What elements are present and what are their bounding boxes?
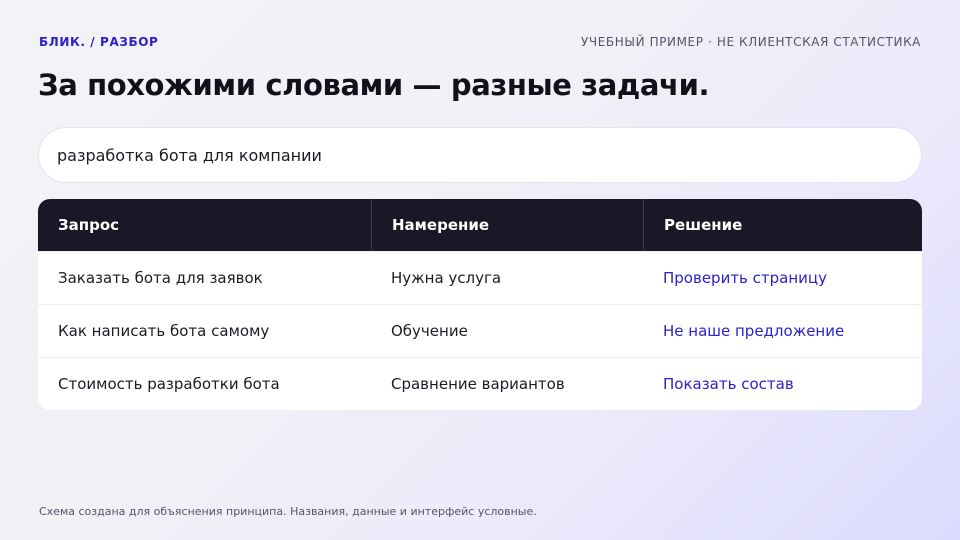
table-row: Как написать бота самому Обучение Не наш… — [38, 304, 922, 357]
cell-intent: Нужна услуга — [391, 269, 502, 287]
disclaimer-note: УЧЕБНЫЙ ПРИМЕР · НЕ КЛИЕНТСКАЯ СТАТИСТИК… — [581, 35, 921, 49]
cell-intent: Обучение — [391, 322, 468, 340]
cell-query: Стоимость разработки бота — [58, 375, 280, 393]
cell-intent: Сравнение вариантов — [391, 375, 565, 393]
table-row: Заказать бота для заявок Нужна услуга Пр… — [38, 251, 922, 304]
search-input[interactable] — [57, 145, 903, 165]
page-title: За похожими словами — разные задачи. — [38, 68, 710, 102]
column-header-query: Запрос — [58, 216, 120, 234]
decision-link[interactable]: Не наше предложение — [643, 305, 922, 357]
decision-link[interactable]: Показать состав — [643, 358, 922, 410]
brand-label: БЛИК. / РАЗБОР — [39, 35, 159, 49]
search-box[interactable] — [38, 127, 922, 183]
intent-table: Запрос Намерение Решение Заказать бота д… — [38, 199, 922, 410]
column-header-decision: Решение — [643, 199, 922, 251]
table-header: Запрос Намерение Решение — [38, 199, 922, 251]
footer-disclaimer: Схема создана для объяснения принципа. Н… — [39, 505, 537, 518]
column-header-intent: Намерение — [371, 199, 643, 251]
cell-query: Как написать бота самому — [58, 322, 270, 340]
decision-link[interactable]: Проверить страницу — [643, 252, 922, 304]
cell-query: Заказать бота для заявок — [58, 269, 263, 287]
table-row: Стоимость разработки бота Сравнение вари… — [38, 357, 922, 410]
